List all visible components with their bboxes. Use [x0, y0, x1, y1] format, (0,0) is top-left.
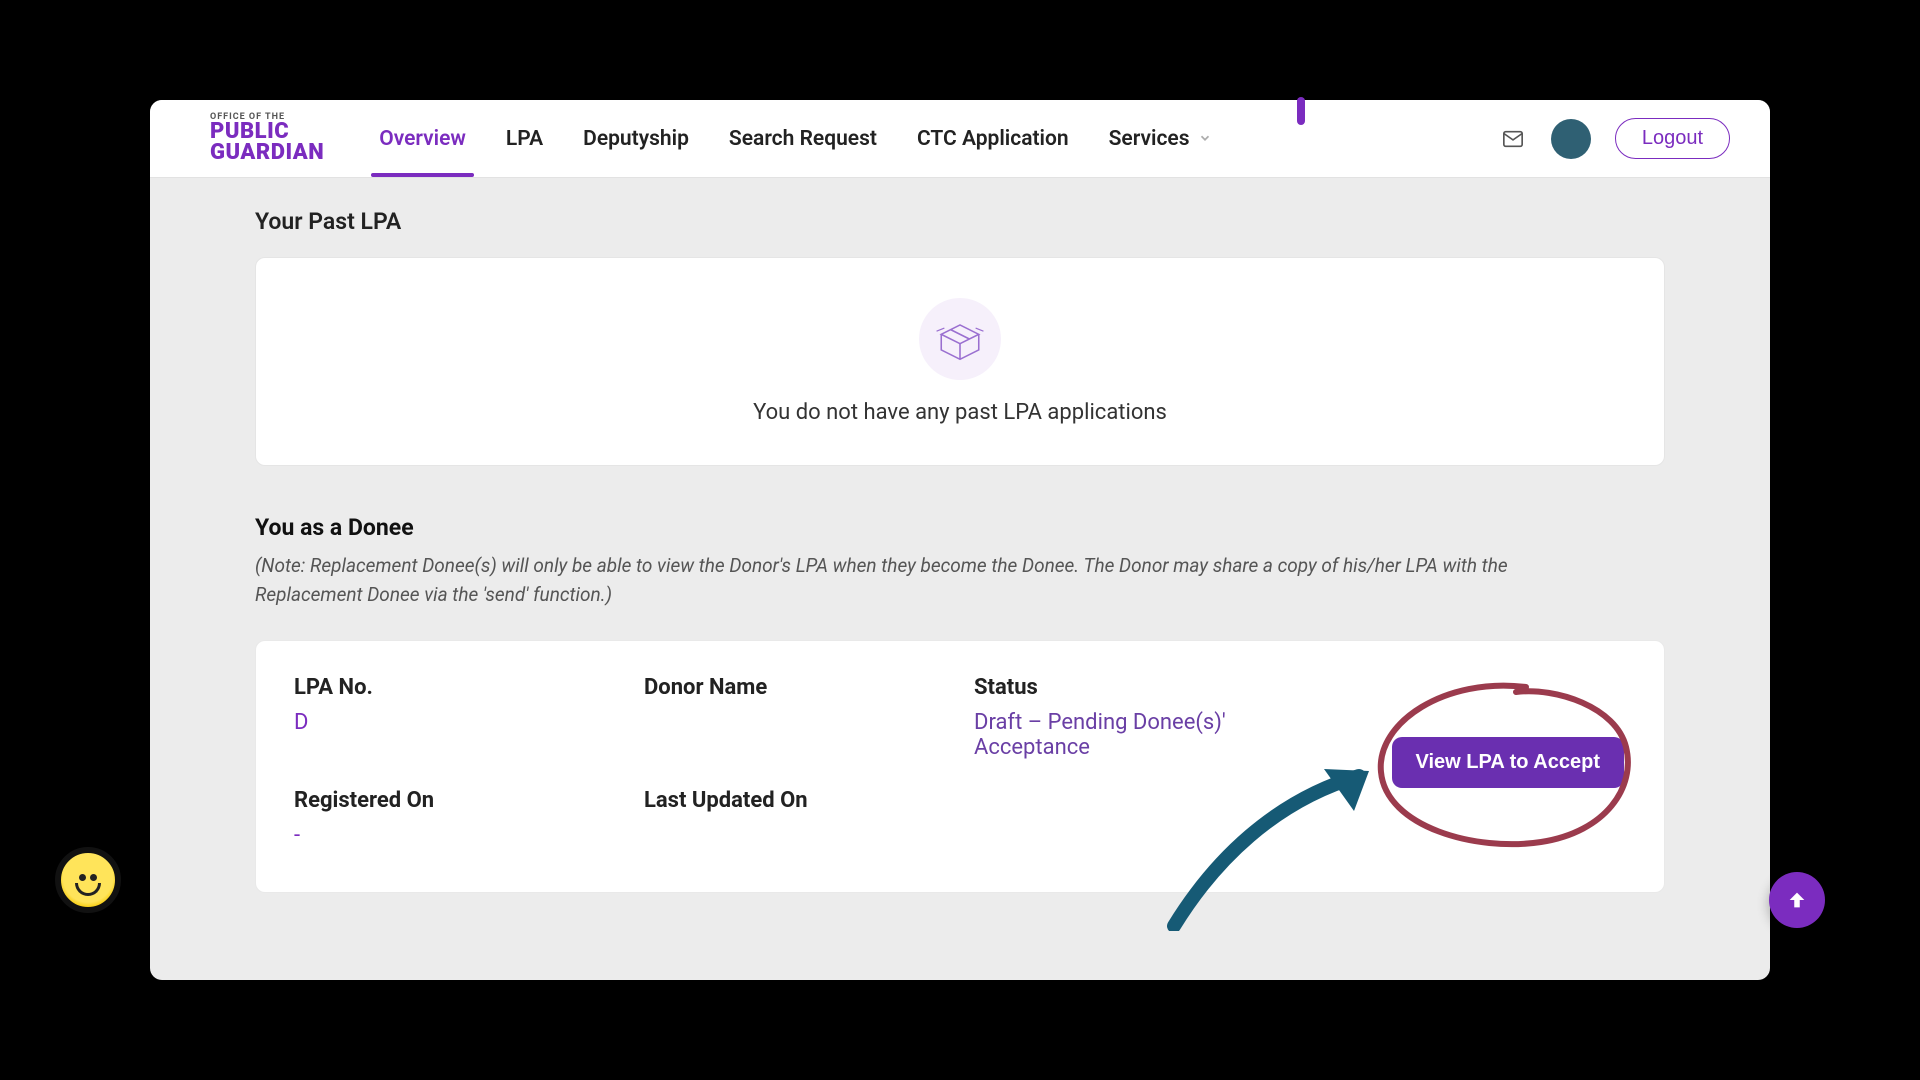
nav-right: Logout [1499, 118, 1730, 159]
donee-section-title: You as a Donee [255, 514, 1665, 541]
view-lpa-to-accept-button[interactable]: View LPA to Accept [1392, 737, 1624, 788]
nav-items: Overview LPA Deputyship Search Request C… [379, 100, 1211, 177]
nav-lpa[interactable]: LPA [506, 100, 543, 177]
field-status: Status Draft – Pending Donee(s)' Accepta… [974, 675, 1344, 760]
logout-button[interactable]: Logout [1615, 118, 1730, 159]
field-lpa-no: LPA No. D [294, 675, 644, 760]
arrow-up-icon [1786, 889, 1808, 911]
nav-services-label: Services [1109, 127, 1190, 151]
chevron-down-icon [1198, 127, 1212, 151]
registered-on-value: - [294, 823, 644, 848]
past-lpa-empty-card: You do not have any past LPA application… [255, 257, 1665, 466]
app-window: OFFICE OF THE PUBLIC GUARDIAN Overview L… [150, 100, 1770, 980]
brand-line2: GUARDIAN [210, 143, 324, 164]
donee-section-note: (Note: Replacement Donee(s) will only be… [255, 551, 1615, 610]
past-lpa-empty-text: You do not have any past LPA application… [276, 400, 1644, 425]
status-label: Status [974, 675, 1344, 700]
past-lpa-title: Your Past LPA [255, 208, 1665, 235]
registered-on-label: Registered On [294, 788, 644, 813]
field-donor-name: Donor Name [644, 675, 974, 760]
avatar[interactable] [1551, 119, 1591, 159]
donor-name-label: Donor Name [644, 675, 974, 700]
nav-deputyship[interactable]: Deputyship [583, 100, 689, 177]
mail-icon[interactable] [1499, 128, 1527, 150]
main-content: Your Past LPA You do not have any past L… [150, 178, 1770, 893]
feedback-smiley-button[interactable] [55, 847, 121, 913]
lpa-no-value: D [294, 710, 644, 735]
empty-box-icon [919, 298, 1001, 380]
notification-indicator [1297, 97, 1305, 125]
nav-services[interactable]: Services [1109, 100, 1212, 177]
nav-search-request[interactable]: Search Request [729, 100, 877, 177]
field-last-updated-on: Last Updated On [644, 788, 974, 848]
scroll-to-top-button[interactable] [1769, 872, 1825, 928]
donee-card: LPA No. D Donor Name Status Draft – Pend… [255, 640, 1665, 893]
lpa-no-label: LPA No. [294, 675, 644, 700]
navbar: OFFICE OF THE PUBLIC GUARDIAN Overview L… [150, 100, 1770, 178]
brand-logo[interactable]: OFFICE OF THE PUBLIC GUARDIAN [210, 113, 324, 163]
status-value: Draft – Pending Donee(s)' Acceptance [974, 710, 1344, 760]
field-registered-on: Registered On - [294, 788, 644, 848]
last-updated-on-label: Last Updated On [644, 788, 974, 813]
nav-ctc-application[interactable]: CTC Application [917, 100, 1069, 177]
nav-overview[interactable]: Overview [379, 100, 466, 177]
